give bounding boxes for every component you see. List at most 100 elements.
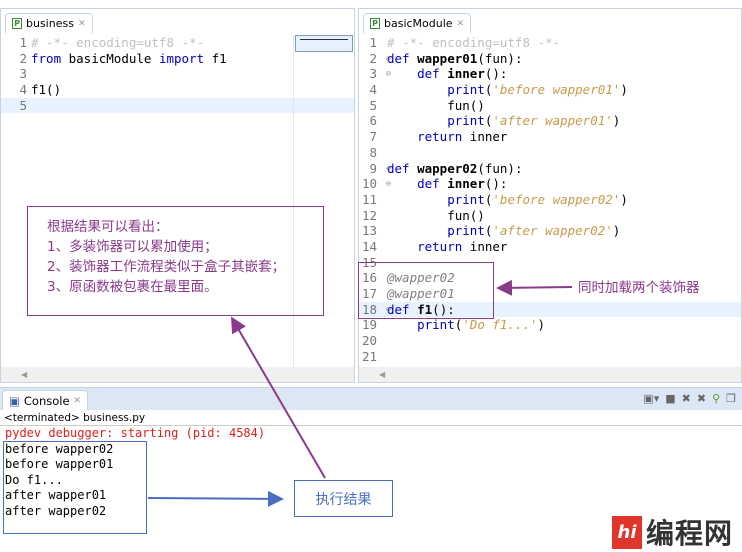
code-token: wapper02 [417, 160, 478, 176]
line-number: 3 [369, 66, 377, 82]
line-number: 20 [361, 333, 377, 349]
decorator-highlight-box [358, 262, 494, 319]
code-token: ) [612, 113, 621, 129]
tab-business[interactable]: Pbusiness ✕ [5, 13, 93, 33]
overview-ruler[interactable] [295, 35, 353, 52]
tab-console[interactable]: ▣ Console ✕ [2, 390, 89, 410]
line-number: 5 [369, 97, 377, 113]
code-line[interactable]: 4 f1() [1, 82, 354, 98]
remove-all-icon[interactable]: ✖ [697, 392, 706, 405]
line-number: 2 [369, 50, 377, 66]
code-line[interactable]: 13 print('after wapper02') [359, 223, 741, 239]
code-token: import [158, 50, 205, 66]
fold-icon[interactable]: ⊖ [386, 66, 391, 82]
result-label: 执行结果 [294, 480, 393, 517]
code-token: (): [484, 176, 508, 192]
code-token: 'after wapper02' [492, 223, 613, 239]
code-line[interactable]: 7 return inner [359, 129, 741, 145]
code-token: ) [537, 317, 546, 333]
tab-basicmodule[interactable]: PbasicModule ✕ [363, 13, 472, 33]
code-line[interactable]: 9 ⊖ def wapper02(fun): [359, 161, 741, 177]
code-token: print [387, 191, 485, 207]
close-icon[interactable]: ✕ [78, 19, 86, 29]
code-token: wapper01 [417, 50, 478, 66]
line-number: 4 [19, 82, 27, 98]
code-line[interactable]: 10 ⊖ def inner(): [359, 176, 741, 192]
line-number: 9 [369, 160, 377, 176]
code-token: inner [462, 129, 508, 145]
code-line[interactable]: 6 print('after wapper01') [359, 113, 741, 129]
horizontal-scrollbar[interactable]: ◀ [359, 367, 741, 382]
horizontal-scrollbar[interactable]: ◀ [1, 367, 354, 382]
code-line[interactable]: 2 from basicModule import f1 [1, 51, 354, 67]
annotation-note: 根据结果可以看出： 1、多装饰器可以累加使用； 2、装饰器工作流程类似于盒子其嵌… [27, 206, 324, 316]
line-number: 5 [19, 97, 27, 113]
code-token: # -*- encoding=utf8 -*- [387, 35, 561, 50]
print-margin [293, 35, 294, 367]
pin-icon[interactable]: ⚲ [712, 392, 720, 405]
line-number: 1 [369, 35, 377, 50]
line-number: 7 [369, 129, 377, 145]
code-token: inner [447, 66, 485, 82]
error-line: pydev debugger: starting (pid: 4584) [5, 426, 266, 440]
line-number: 2 [19, 50, 27, 66]
code-token: def [387, 176, 440, 192]
code-token: ) [620, 82, 628, 98]
fold-icon[interactable]: ⊖ [386, 161, 391, 177]
code-token: # -*- encoding=utf8 -*- [31, 35, 205, 50]
code-token: 'Do f1...' [462, 317, 538, 333]
close-icon[interactable]: ✕ [74, 396, 82, 406]
code-line[interactable]: 21 [359, 349, 741, 365]
note-line: 2、装饰器工作流程类似于盒子其嵌套； [47, 259, 286, 275]
code-line[interactable]: 14 return inner [359, 239, 741, 255]
code-line[interactable]: 20 [359, 333, 741, 349]
line-number: 12 [361, 207, 377, 223]
business-editor[interactable]: Pbusiness ✕ 1 # -*- encoding=utf8 -*- 2 from… [0, 8, 355, 383]
code-line[interactable]: 3 [1, 66, 354, 82]
code-line[interactable]: 3 ⊖ def inner(): [359, 66, 741, 82]
basicmodule-editor[interactable]: PbasicModule ✕ 1 # -*- encoding=utf8 -*- 2 ⊖… [358, 8, 742, 383]
line-number: 3 [19, 66, 27, 82]
line-number: 13 [361, 223, 377, 239]
code-token: ) [620, 191, 628, 207]
code-token: (fun): [477, 50, 523, 66]
display-console-icon[interactable]: ▣▾ [643, 392, 659, 405]
code-line[interactable]: 8 [359, 145, 741, 161]
code-token: inner [462, 238, 508, 254]
decorator-label: 同时加载两个装饰器 [578, 280, 700, 296]
code-token: print [387, 317, 455, 333]
code-line[interactable]: 1 # -*- encoding=utf8 -*- [359, 35, 741, 51]
code-line[interactable]: 12 fun() [359, 208, 741, 224]
code-token: print [387, 223, 485, 239]
code-token: return [387, 129, 463, 145]
code-line[interactable]: 19 print('Do f1...') [359, 317, 741, 333]
line-number: 19 [361, 317, 377, 333]
code-line[interactable]: 2 ⊖ def wapper01(fun): [359, 51, 741, 67]
logo-text: 编程网 [646, 517, 734, 550]
fold-icon[interactable]: ⊖ [386, 176, 391, 192]
code-token: def [387, 66, 440, 82]
code-token: print [387, 82, 485, 98]
code-line[interactable]: 4 print('before wapper01') [359, 82, 741, 98]
note-line: 根据结果可以看出： [47, 219, 169, 235]
code-token: ) [612, 223, 621, 239]
code-token: print [387, 113, 485, 129]
code-line[interactable]: 11 print('before wapper02') [359, 192, 741, 208]
copy-icon[interactable]: ❐ [726, 392, 736, 405]
note-line: 3、原函数被包裹在最里面。 [47, 279, 218, 295]
python-file-icon: P [370, 18, 380, 29]
remove-launch-icon[interactable]: ✖ [682, 392, 691, 405]
fold-icon[interactable]: ⊖ [386, 51, 391, 67]
close-icon[interactable]: ✕ [457, 19, 465, 29]
code-line[interactable]: 5 [1, 97, 354, 114]
stop-icon[interactable]: ■ [665, 392, 675, 405]
console-status: <terminated> business.py [0, 410, 742, 426]
line-number: 11 [361, 191, 377, 207]
code-line[interactable]: 5 fun() [359, 98, 741, 114]
code-token: 'before wapper01' [492, 82, 621, 98]
tab-label: business [26, 17, 74, 30]
line-number: 1 [19, 35, 27, 50]
line-number: 10 [361, 176, 377, 192]
